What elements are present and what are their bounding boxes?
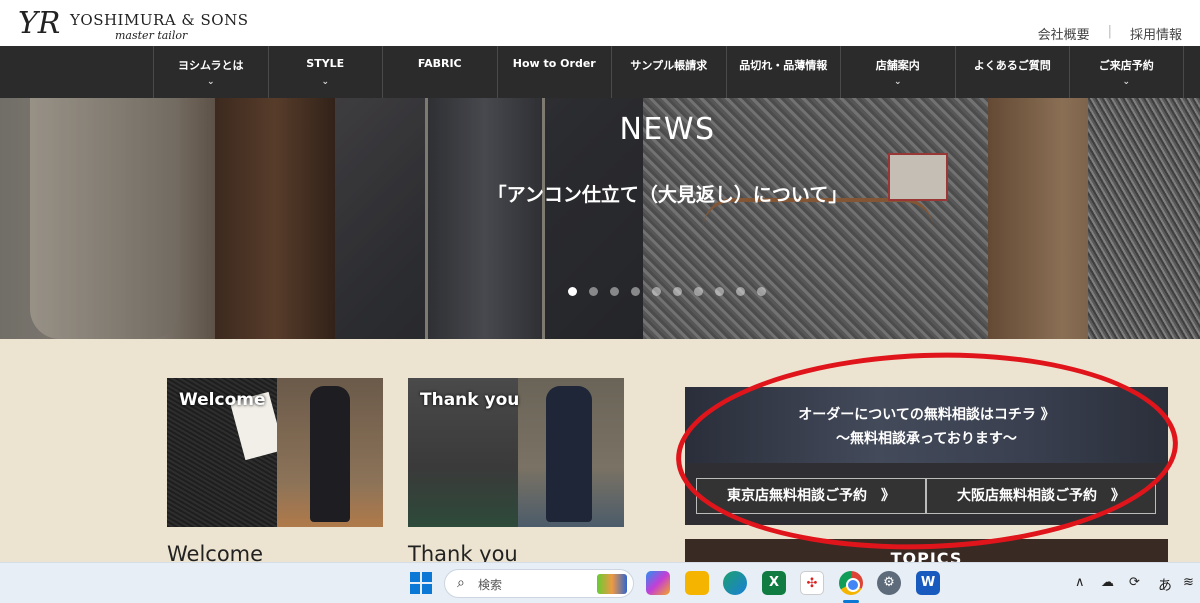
hero-title[interactable]: 「アンコン仕立て（大見返し）について」 <box>0 180 1200 207</box>
nav-item-style[interactable]: STYLE ⌄ <box>267 46 383 98</box>
nav-item-faq[interactable]: よくあるご質問 <box>954 46 1070 98</box>
coat-figure-shape <box>310 386 350 522</box>
slider-dot[interactable] <box>715 287 724 296</box>
windows-taskbar: ⌕ 検索 X ✣ ⚙ W ∧ ☁ ⟳ あ ≋ <box>0 562 1200 603</box>
slider-dot[interactable] <box>589 287 598 296</box>
settings-icon[interactable]: ⚙ <box>877 571 901 595</box>
taskbar-search[interactable]: ⌕ 検索 <box>444 569 634 598</box>
slider-dots <box>568 287 766 296</box>
windows-logo-pane <box>422 584 432 594</box>
windows-logo-pane <box>410 584 420 594</box>
nav-item-sample-request[interactable]: サンプル帳請求 <box>611 46 726 98</box>
slider-dot[interactable] <box>673 287 682 296</box>
slider-dot[interactable] <box>568 287 577 296</box>
hero-slider[interactable]: NEWS 「アンコン仕立て（大見返し）について」 <box>0 98 1200 339</box>
nav-item-label: 品切れ・品薄情報 <box>739 59 828 72</box>
thank-you-image-text: Thank you <box>420 390 520 410</box>
main-nav: ヨシムラとは ⌄ STYLE ⌄ FABRIC How to Order サンプル帳… <box>0 46 1200 98</box>
coat-figure-shape <box>546 386 592 522</box>
search-placeholder: 検索 <box>478 578 503 592</box>
slider-dot[interactable] <box>736 287 745 296</box>
nav-item-how-to-order[interactable]: How to Order <box>496 46 612 98</box>
consultation-subline: 〜無料相談承っております〜 <box>836 431 1017 447</box>
nav-item-stock-info[interactable]: 品切れ・品薄情報 <box>725 46 841 98</box>
nav-item-label: よくあるご質問 <box>973 59 1051 72</box>
slider-dot[interactable] <box>652 287 661 296</box>
site-header: YR YOSHIMURA & SONS master tailor 会社概要 |… <box>0 0 1200 46</box>
util-divider: | <box>1107 24 1112 39</box>
chevron-down-icon: ⌄ <box>893 77 902 87</box>
free-consultation-banner: オーダーについての無料相談はコチラ 》 〜無料相談承っております〜 東京店無料相… <box>685 387 1168 525</box>
chevron-down-icon: ⌄ <box>206 77 215 87</box>
nav-item-label: ヨシムラとは <box>178 59 244 72</box>
thank-you-card[interactable]: Thank you Thank you <box>408 378 624 566</box>
slider-dot[interactable] <box>631 287 640 296</box>
site-logo[interactable]: YR YOSHIMURA & SONS master tailor <box>18 5 258 43</box>
slider-dot[interactable] <box>694 287 703 296</box>
browser-page: YR YOSHIMURA & SONS master tailor 会社概要 |… <box>0 0 1200 603</box>
thank-you-image: Thank you <box>408 378 624 527</box>
nav-item-reservation[interactable]: ご来店予約 ⌄ <box>1069 46 1184 98</box>
app-icon[interactable]: ✣ <box>800 571 824 595</box>
consultation-headline: オーダーについての無料相談はコチラ 》 <box>798 407 1055 423</box>
osaka-reservation-button[interactable]: 大阪店無料相談ご予約 》 <box>926 478 1156 514</box>
tokyo-reservation-button[interactable]: 東京店無料相談ご予約 》 <box>696 478 926 514</box>
slider-dot[interactable] <box>610 287 619 296</box>
copilot-icon[interactable] <box>646 571 670 595</box>
logo-monogram: YR <box>18 6 61 41</box>
word-icon[interactable]: W <box>916 571 940 595</box>
ime-indicator[interactable]: あ <box>1158 575 1172 595</box>
welcome-image: Welcome <box>167 378 383 527</box>
edge-icon[interactable] <box>723 571 747 595</box>
chevron-up-icon[interactable]: ∧ <box>1075 575 1085 590</box>
logo-name: YOSHIMURA & SONS <box>70 11 249 29</box>
onedrive-icon[interactable]: ☁ <box>1101 575 1114 590</box>
excel-icon[interactable]: X <box>762 571 786 595</box>
search-icon: ⌕ <box>457 575 465 591</box>
hero-kicker: NEWS <box>619 112 716 147</box>
utility-links: 会社概要 | 採用情報 <box>1038 24 1182 43</box>
file-explorer-icon[interactable] <box>685 571 709 595</box>
consultation-photo[interactable]: オーダーについての無料相談はコチラ 》 〜無料相談承っております〜 <box>685 387 1168 463</box>
company-link[interactable]: 会社概要 <box>1038 24 1090 43</box>
logo-tagline: master tailor <box>115 29 188 42</box>
nav-item-label: 店舗案内 <box>875 59 920 72</box>
chevron-down-icon: ⌄ <box>321 77 330 87</box>
chevron-down-icon: ⌄ <box>1122 77 1131 87</box>
nav-item-label: STYLE <box>306 57 345 70</box>
wifi-icon[interactable]: ≋ <box>1183 575 1194 590</box>
welcome-card[interactable]: Welcome Welcome <box>167 378 383 566</box>
chrome-icon[interactable] <box>839 571 863 595</box>
recruit-link[interactable]: 採用情報 <box>1130 24 1182 43</box>
search-highlight-icon <box>597 574 627 594</box>
nav-item-fabric[interactable]: FABRIC <box>382 46 497 98</box>
nav-item-stores[interactable]: 店舗案内 ⌄ <box>840 46 955 98</box>
nav-item-label: サンプル帳請求 <box>630 59 708 72</box>
nav-item-about[interactable]: ヨシムラとは ⌄ <box>153 46 268 98</box>
windows-logo-pane <box>422 572 432 582</box>
nav-item-label: How to Order <box>512 57 596 70</box>
windows-logo-pane <box>410 572 420 582</box>
sync-icon[interactable]: ⟳ <box>1129 575 1140 590</box>
nav-item-label: ご来店予約 <box>1098 59 1154 72</box>
nav-item-label: FABRIC <box>417 57 462 70</box>
start-button[interactable] <box>410 572 432 594</box>
welcome-image-text: Welcome <box>179 390 266 410</box>
slider-dot[interactable] <box>757 287 766 296</box>
